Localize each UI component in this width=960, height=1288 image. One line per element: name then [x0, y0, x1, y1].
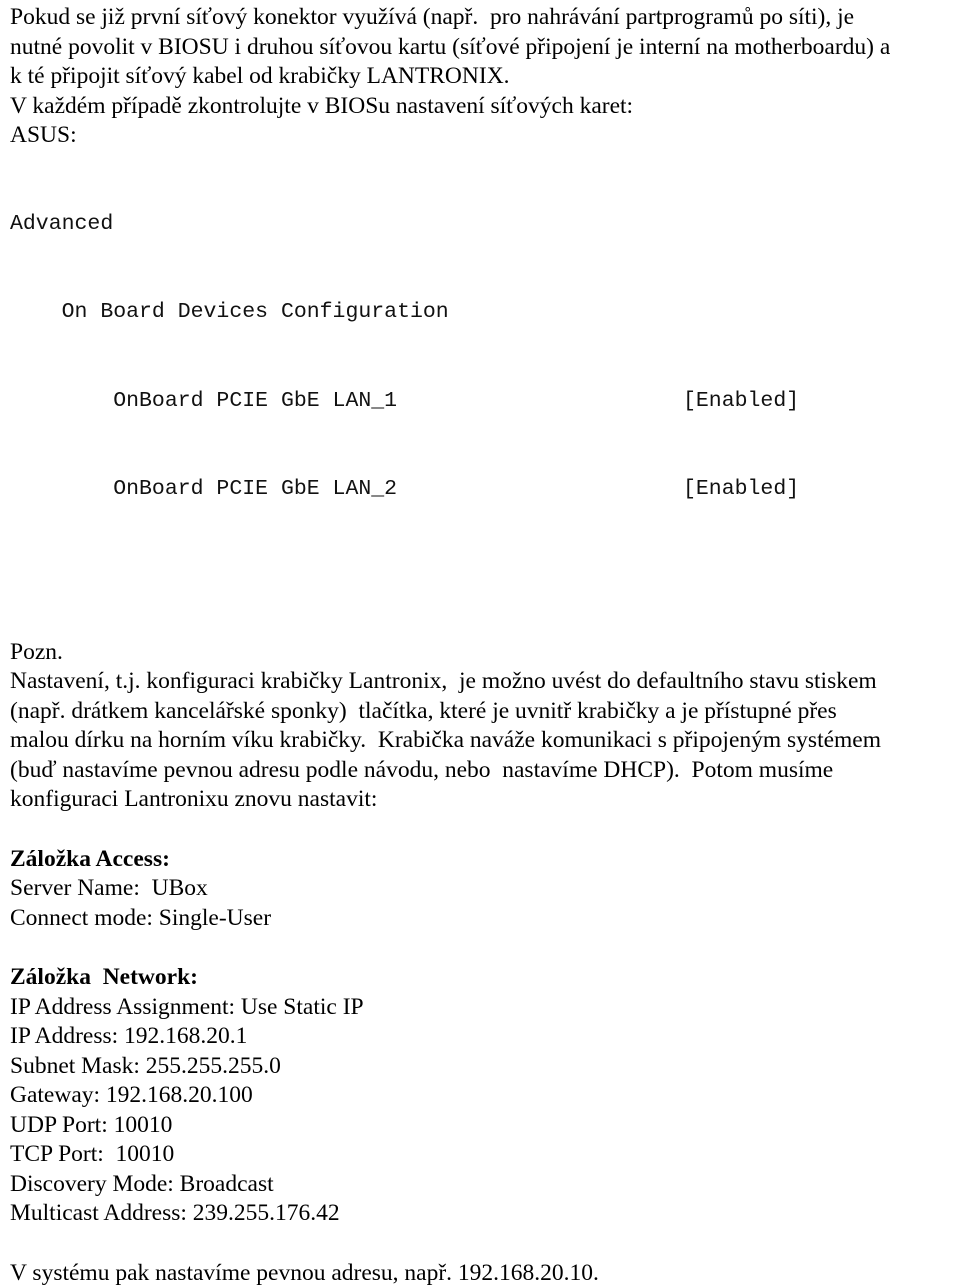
network-tab-heading: Záložka Network: — [0, 963, 960, 993]
intro-paragraph: Pokud se již první síťový konektor využí… — [0, 3, 960, 121]
bios-item-lan1-value: [Enabled] — [683, 387, 799, 417]
intro-line-4: V každém případě zkontrolujte v BIOSu na… — [10, 92, 952, 122]
note-title: Pozn. — [0, 638, 960, 668]
access-tab-heading: Záložka Access: — [0, 845, 960, 875]
spacer-before-closing — [0, 1229, 960, 1259]
bios-item-lan2: OnBoard PCIE GbE LAN_2 [Enabled] — [10, 475, 960, 505]
access-setting-server-name: Server Name: UBox — [0, 874, 960, 904]
intro-line-3: k té připojit síťový kabel od krabičky L… — [10, 62, 952, 92]
spacer-before-network — [0, 933, 960, 963]
bios-vendor-label: ASUS: — [0, 121, 960, 151]
network-setting-tcp-port: TCP Port: 10010 — [0, 1140, 960, 1170]
intro-line-1: Pokud se již první síťový konektor využí… — [10, 3, 952, 33]
spacer-before-access — [0, 815, 960, 845]
bios-item-lan2-label: OnBoard PCIE GbE LAN_2 — [113, 477, 397, 501]
note-line-3: malou dírku na horním víku krabičky. Kra… — [10, 726, 952, 756]
network-setting-discovery-mode: Discovery Mode: Broadcast — [0, 1170, 960, 1200]
bios-settings-block: Advanced On Board Devices Configuration … — [0, 151, 960, 564]
bios-submenu-onboard-devices: On Board Devices Configuration — [10, 298, 960, 328]
closing-paragraph: V systému pak nastavíme pevnou adresu, n… — [0, 1259, 960, 1288]
bios-item-lan1: OnBoard PCIE GbE LAN_1 [Enabled] — [10, 387, 960, 417]
bios-item-lan1-label: OnBoard PCIE GbE LAN_1 — [113, 389, 397, 413]
intro-line-2: nutné povolit v BIOSU i druhou síťovou k… — [10, 33, 952, 63]
access-setting-connect-mode: Connect mode: Single-User — [0, 904, 960, 934]
network-setting-gateway: Gateway: 192.168.20.100 — [0, 1081, 960, 1111]
note-line-1: Nastavení, t.j. konfiguraci krabičky Lan… — [10, 667, 952, 697]
bios-menu-advanced: Advanced — [10, 210, 960, 240]
note-line-4: (buď nastavíme pevnou adresu podle návod… — [10, 756, 952, 786]
spacer-after-bios — [0, 564, 960, 638]
note-line-5: konfiguraci Lantronixu znovu nastavit: — [10, 785, 952, 815]
bios-item-lan2-value: [Enabled] — [683, 475, 799, 505]
note-paragraph: Nastavení, t.j. konfiguraci krabičky Lan… — [0, 667, 960, 815]
network-setting-ip-assignment: IP Address Assignment: Use Static IP — [0, 993, 960, 1023]
network-setting-udp-port: UDP Port: 10010 — [0, 1111, 960, 1141]
network-setting-multicast-address: Multicast Address: 239.255.176.42 — [0, 1199, 960, 1229]
document-page: Pokud se již první síťový konektor využí… — [0, 3, 960, 996]
network-setting-ip-address: IP Address: 192.168.20.1 — [0, 1022, 960, 1052]
note-line-2: (např. drátkem kancelářské sponky) tlačí… — [10, 697, 952, 727]
network-setting-subnet-mask: Subnet Mask: 255.255.255.0 — [0, 1052, 960, 1082]
